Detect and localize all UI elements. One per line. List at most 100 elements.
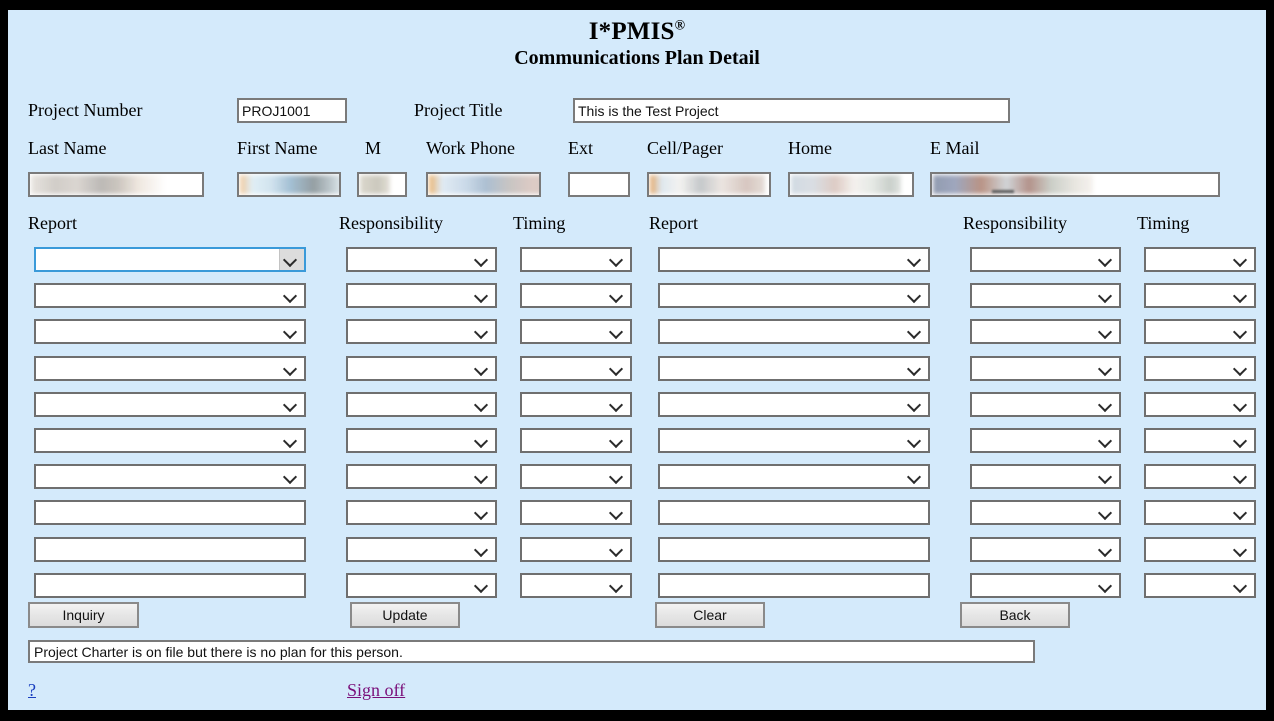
left-responsibility-select-2[interactable]	[346, 283, 497, 308]
left-report-select-7[interactable]	[34, 464, 306, 489]
chevron-down-icon	[285, 326, 296, 337]
left-responsibility-select-8[interactable]	[346, 500, 497, 525]
chevron-down-icon	[476, 326, 487, 337]
right-report-select-2[interactable]	[658, 283, 930, 308]
right-report-input-8[interactable]	[658, 500, 930, 525]
chevron-down-icon	[476, 290, 487, 301]
right-timing-select-8[interactable]	[1144, 500, 1256, 525]
left-report-select-2[interactable]	[34, 283, 306, 308]
signoff-link[interactable]: Sign off	[347, 680, 405, 701]
update-button[interactable]: Update	[350, 602, 460, 628]
right-responsibility-select-3[interactable]	[970, 319, 1121, 344]
left-report-select-5[interactable]	[34, 392, 306, 417]
chevron-down-icon	[909, 399, 920, 410]
left-responsibility-select-4[interactable]	[346, 356, 497, 381]
back-button[interactable]: Back	[960, 602, 1070, 628]
left-timing-select-3[interactable]	[520, 319, 632, 344]
chevron-down-icon	[1100, 326, 1111, 337]
right-responsibility-select-2[interactable]	[970, 283, 1121, 308]
right-timing-select-4[interactable]	[1144, 356, 1256, 381]
left-timing-select-1[interactable]	[520, 247, 632, 272]
chevron-down-icon	[611, 326, 622, 337]
middle-initial-input[interactable]	[357, 172, 407, 197]
left-timing-select-5[interactable]	[520, 392, 632, 417]
first-name-input[interactable]	[237, 172, 341, 197]
right-timing-select-3[interactable]	[1144, 319, 1256, 344]
inquiry-button[interactable]: Inquiry	[28, 602, 139, 628]
left-report-input-9[interactable]	[34, 537, 306, 562]
chevron-down-icon	[1235, 254, 1246, 265]
right-responsibility-select-10[interactable]	[970, 573, 1121, 598]
left-report-select-4[interactable]	[34, 356, 306, 381]
right-timing-select-6[interactable]	[1144, 428, 1256, 453]
chevron-down-icon	[909, 254, 920, 265]
chevron-down-icon	[1235, 326, 1246, 337]
left-report-select-1[interactable]	[34, 247, 306, 272]
ext-input[interactable]	[568, 172, 630, 197]
right-timing-select-1[interactable]	[1144, 247, 1256, 272]
redacted-content	[360, 175, 390, 194]
chevron-down-icon	[611, 254, 622, 265]
last-name-input[interactable]	[28, 172, 204, 197]
chevron-down-icon	[611, 290, 622, 301]
right-responsibility-select-6[interactable]	[970, 428, 1121, 453]
left-responsibility-select-1[interactable]	[346, 247, 497, 272]
right-report-select-1[interactable]	[658, 247, 930, 272]
left-responsibility-select-5[interactable]	[346, 392, 497, 417]
first-name-label: First Name	[237, 138, 318, 158]
right-report-input-10[interactable]	[658, 573, 930, 598]
left-report-select-3[interactable]	[34, 319, 306, 344]
work-phone-input[interactable]	[426, 172, 541, 197]
right-responsibility-select-4[interactable]	[970, 356, 1121, 381]
right-report-select-4[interactable]	[658, 356, 930, 381]
dropdown-button[interactable]	[279, 249, 304, 270]
left-timing-select-6[interactable]	[520, 428, 632, 453]
right-report-select-6[interactable]	[658, 428, 930, 453]
middle-initial-label: M	[365, 138, 382, 158]
clear-button[interactable]: Clear	[655, 602, 765, 628]
right-timing-select-5[interactable]	[1144, 392, 1256, 417]
left-timing-select-9[interactable]	[520, 537, 632, 562]
left-timing-select-8[interactable]	[520, 500, 632, 525]
chevron-down-icon	[909, 471, 920, 482]
chevron-down-icon	[285, 471, 296, 482]
right-responsibility-select-1[interactable]	[970, 247, 1121, 272]
right-responsibility-select-5[interactable]	[970, 392, 1121, 417]
chevron-down-icon	[1100, 363, 1111, 374]
left-timing-select-4[interactable]	[520, 356, 632, 381]
redacted-content	[429, 175, 539, 194]
left-report-input-8[interactable]	[34, 500, 306, 525]
right-report-select-3[interactable]	[658, 319, 930, 344]
email-input[interactable]	[930, 172, 1220, 197]
help-link[interactable]: ?	[28, 680, 36, 701]
right-report-select-5[interactable]	[658, 392, 930, 417]
left-responsibility-select-7[interactable]	[346, 464, 497, 489]
right-responsibility-select-8[interactable]	[970, 500, 1121, 525]
left-responsibility-select-3[interactable]	[346, 319, 497, 344]
left-responsibility-select-10[interactable]	[346, 573, 497, 598]
home-phone-input[interactable]	[788, 172, 914, 197]
right-timing-select-9[interactable]	[1144, 537, 1256, 562]
chevron-down-icon	[476, 363, 487, 374]
project-title-input[interactable]	[573, 98, 1010, 123]
right-responsibility-select-7[interactable]	[970, 464, 1121, 489]
right-responsibility-select-9[interactable]	[970, 537, 1121, 562]
left-report-select-6[interactable]	[34, 428, 306, 453]
chevron-down-icon	[611, 471, 622, 482]
chevron-down-icon	[909, 326, 920, 337]
left-timing-select-7[interactable]	[520, 464, 632, 489]
project-number-input[interactable]	[237, 98, 347, 123]
left-report-input-10[interactable]	[34, 573, 306, 598]
left-responsibility-select-9[interactable]	[346, 537, 497, 562]
left-timing-header: Timing	[513, 213, 566, 233]
left-timing-select-10[interactable]	[520, 573, 632, 598]
left-timing-select-2[interactable]	[520, 283, 632, 308]
cell-pager-input[interactable]	[647, 172, 771, 197]
right-report-input-9[interactable]	[658, 537, 930, 562]
right-timing-select-10[interactable]	[1144, 573, 1256, 598]
right-report-select-7[interactable]	[658, 464, 930, 489]
redacted-content	[240, 175, 339, 194]
right-timing-select-2[interactable]	[1144, 283, 1256, 308]
left-responsibility-select-6[interactable]	[346, 428, 497, 453]
right-timing-select-7[interactable]	[1144, 464, 1256, 489]
